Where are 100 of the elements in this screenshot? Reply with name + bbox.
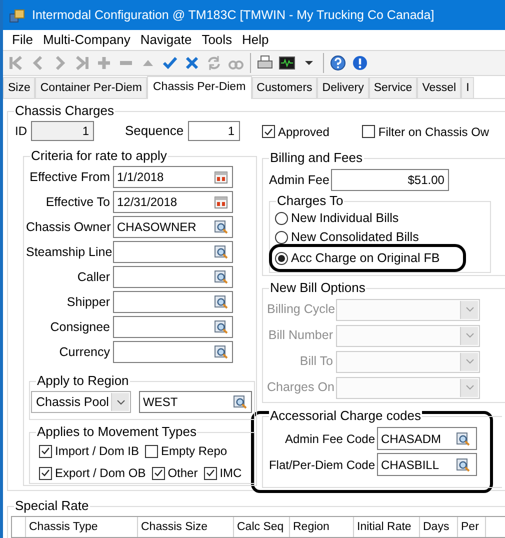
checkbox[interactable]	[204, 466, 217, 480]
sequence-field[interactable]: 1	[188, 121, 240, 141]
field-label: Currency	[58, 344, 110, 361]
group-title: Criteria for rate to apply	[30, 148, 168, 164]
group-title: Special Rate	[14, 498, 90, 514]
plus-icon	[96, 55, 112, 71]
lookup-field[interactable]	[113, 266, 233, 288]
menu-item[interactable]: Help	[237, 30, 274, 50]
region-type-dropdown[interactable]: Chassis Pool	[31, 391, 131, 413]
field-label: Effective From	[28, 168, 110, 186]
printer-icon	[257, 55, 273, 71]
lookup-field[interactable]	[113, 316, 233, 338]
field-label: Admin Fee	[269, 172, 330, 190]
calendar-icon	[214, 195, 228, 209]
checkmark-icon	[162, 55, 178, 71]
check-icon	[154, 469, 163, 477]
lookup-icon	[214, 295, 228, 309]
radio-button[interactable]	[275, 212, 288, 225]
caret-icon	[466, 333, 474, 338]
menu-item[interactable]: Tools	[196, 30, 238, 50]
field-label: Bill To	[298, 353, 333, 370]
tab[interactable]: Container Per-Diem	[35, 77, 147, 98]
column-header[interactable]: Region	[290, 517, 354, 537]
lookup-icon	[214, 320, 228, 334]
field-label: Shipper	[66, 294, 110, 311]
lookup-icon	[456, 458, 470, 472]
lookup-field[interactable]	[113, 341, 233, 363]
lookup-icon	[214, 220, 228, 234]
checkbox[interactable]	[39, 466, 52, 480]
field-label: Billing Cycle	[267, 301, 333, 318]
tab[interactable]: Delivery	[317, 77, 369, 98]
field-label: Admin Fee Code	[284, 430, 375, 448]
field-label: Caller	[76, 268, 110, 286]
lookup-icon	[214, 270, 228, 284]
radio-label: New Individual Bills	[291, 210, 399, 228]
tab[interactable]: Size	[3, 77, 36, 98]
group-title: Billing and Fees	[269, 150, 364, 166]
first-record-icon	[8, 55, 24, 71]
field-value: CHASBILL	[381, 456, 440, 474]
checkbox[interactable]	[262, 125, 275, 138]
checkbox-label: Export / Dom OB	[55, 465, 146, 482]
window-title: Intermodal Configuration @ TM183C [TMWIN - My Trucking Co Canada]	[32, 6, 434, 24]
group-title: Chassis Charges	[14, 103, 115, 119]
checkbox[interactable]	[152, 466, 165, 480]
group-title: Apply to Region	[36, 373, 130, 389]
column-header[interactable]: Chassis Type	[26, 517, 138, 537]
column-header[interactable]: Calc Seq	[234, 517, 290, 537]
field-label: Steamship Line	[26, 244, 110, 261]
menu-item[interactable]: Navigate	[135, 30, 197, 50]
checkbox[interactable]	[145, 444, 158, 458]
group-title: New Bill Options	[269, 280, 366, 296]
field-value: CHASOWNER	[117, 219, 196, 236]
radio-label: New Consolidated Bills	[291, 229, 419, 246]
field-value: WEST	[143, 394, 178, 411]
tab[interactable]: Vessel	[417, 77, 462, 98]
column-header[interactable]: Initial Rate	[354, 517, 420, 537]
lookup-field[interactable]: CHASADM	[377, 427, 477, 450]
lookup-icon	[456, 432, 470, 446]
menu-item[interactable]: Multi-Company	[38, 30, 136, 50]
date-field[interactable]: 1/1/2018	[113, 166, 233, 188]
tab[interactable]: Service	[368, 77, 418, 98]
checkbox[interactable]	[39, 444, 52, 458]
field-value: 12/31/2018	[117, 194, 178, 211]
column-header[interactable]: Days	[420, 517, 458, 537]
caret-icon	[116, 400, 124, 404]
field-label: ID	[15, 123, 28, 140]
checkbox-label: Import / Dom IB	[55, 443, 140, 460]
checkbox-label: IMC	[220, 465, 242, 482]
check-icon	[41, 447, 50, 455]
lookup-field[interactable]: WEST	[139, 391, 252, 413]
field-label: Flat/Per-Diem Code	[268, 456, 375, 474]
date-field[interactable]: 12/31/2018	[113, 191, 233, 213]
last-record-icon	[74, 55, 90, 71]
tab[interactable]: Customers	[252, 77, 318, 98]
caret-icon	[466, 307, 474, 312]
field-label: Effective To	[44, 194, 110, 211]
field-label: Charges On	[267, 379, 333, 396]
admin-fee-field[interactable]: $51.00	[331, 169, 450, 192]
lookup-field[interactable]	[113, 241, 233, 263]
calendar-icon	[214, 170, 228, 184]
tab[interactable]: I	[461, 77, 474, 98]
dropdown-button[interactable]	[111, 393, 129, 411]
radio-button[interactable]	[275, 230, 288, 244]
tab[interactable]: Chassis Per-Diem	[147, 76, 252, 99]
id-field[interactable]: 1	[31, 121, 94, 141]
lookup-field[interactable]: CHASBILL	[377, 453, 477, 476]
group-title: Accessorial Charge codes	[269, 408, 422, 424]
checkbox-label: Filter on Chassis Ow	[378, 124, 490, 141]
radio-button[interactable]	[275, 252, 288, 265]
checkbox[interactable]	[362, 125, 376, 138]
caret-icon	[466, 359, 474, 364]
app-icon	[9, 8, 25, 22]
column-header[interactable]: Per	[458, 517, 486, 537]
menu-item[interactable]: File	[7, 30, 38, 50]
field-label: Bill Number	[267, 327, 333, 344]
lookup-field[interactable]	[113, 291, 233, 313]
lookup-field[interactable]: CHASOWNER	[113, 216, 233, 238]
group-title: Charges To	[276, 193, 344, 210]
lookup-icon	[214, 345, 228, 359]
column-header[interactable]: Chassis Size	[138, 517, 234, 537]
